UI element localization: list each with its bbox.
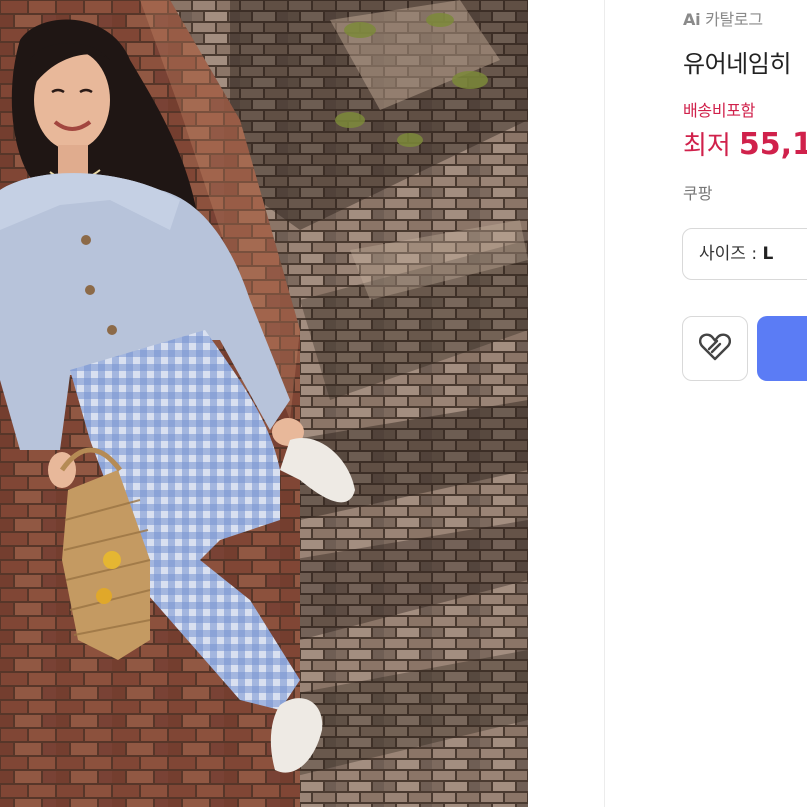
size-value: L [762, 244, 774, 264]
wish-button[interactable] [682, 316, 748, 381]
price-row: 최저 55,1 [683, 125, 807, 162]
price-prefix: 최저 [683, 131, 731, 161]
price-value: 55,1 [738, 127, 807, 162]
product-page: Ai 카탈로그 유어네임히 배송비포함 최저 55,1 쿠팡 사이즈 : L [0, 0, 807, 807]
catalog-label[interactable]: Ai 카탈로그 [683, 6, 763, 30]
ai-badge: Ai [683, 10, 701, 29]
size-label: 사이즈 : [699, 244, 763, 264]
seller-name[interactable]: 쿠팡 [683, 180, 712, 204]
buy-button[interactable] [757, 316, 807, 381]
size-select[interactable]: 사이즈 : L [682, 228, 807, 280]
product-title[interactable]: 유어네임히 [683, 44, 791, 79]
product-photo-illustration [0, 0, 528, 807]
panel-divider [604, 0, 605, 807]
product-photo[interactable] [0, 0, 528, 807]
catalog-text: 카탈로그 [705, 10, 763, 29]
shipping-note: 배송비포함 [683, 101, 756, 120]
heart-icon [698, 332, 732, 366]
